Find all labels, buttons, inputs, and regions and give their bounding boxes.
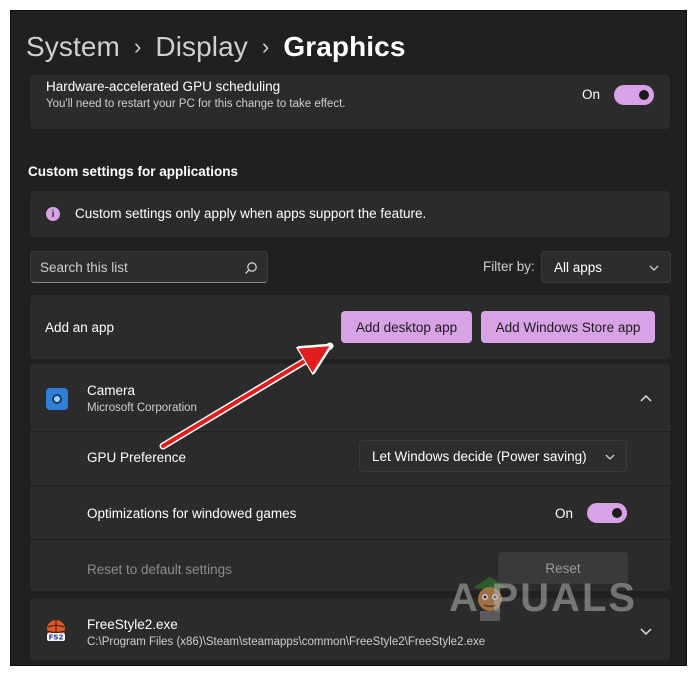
camera-lens (52, 394, 62, 404)
add-app-card: Add an app Add desktop app Add Windows S… (30, 295, 670, 359)
toggle-knob (612, 508, 622, 518)
app-path: C:\Program Files (x86)\Steam\steamapps\c… (87, 636, 486, 648)
page-title: Graphics (283, 31, 406, 62)
chevron-up-icon[interactable] (639, 394, 653, 404)
add-desktop-app-button[interactable]: Add desktop app (341, 311, 472, 343)
gpu-preference-label: GPU Preference (87, 450, 187, 465)
breadcrumb-system[interactable]: System (26, 31, 120, 63)
app-name: Camera (87, 383, 136, 398)
breadcrumb-separator: › (133, 34, 142, 59)
windowed-games-row: Optimizations for windowed games On (30, 486, 670, 540)
gpu-preference-value: Let Windows decide (Power saving) (372, 449, 587, 464)
app-card-freestyle2[interactable]: FS2 FreeStyle2.exe C:\Program Files (x86… (30, 598, 670, 660)
add-app-label: Add an app (45, 320, 115, 335)
gpu-preference-dropdown[interactable]: Let Windows decide (Power saving) (359, 440, 627, 472)
app-header-camera[interactable]: Camera Microsoft Corporation (30, 364, 670, 432)
toggle-knob (639, 90, 649, 100)
chevron-down-icon (649, 265, 659, 271)
filter-dropdown[interactable]: All apps (541, 251, 671, 283)
info-text: Custom settings only apply when apps sup… (75, 206, 427, 221)
reset-button: Reset (498, 552, 628, 584)
svg-text:FS2: FS2 (49, 634, 64, 642)
settings-window: System › Display › Graphics Hardware-acc… (10, 10, 687, 666)
windowed-games-toggle-label: On (555, 506, 574, 521)
app-publisher: Microsoft Corporation (87, 402, 197, 414)
gpu-scheduling-description: You'll need to restart your PC for this … (46, 98, 346, 110)
gpu-scheduling-toggle[interactable] (614, 85, 654, 105)
gpu-scheduling-toggle-label: On (582, 87, 601, 102)
camera-icon (46, 388, 68, 410)
freestyle2-icon: FS2 (46, 620, 66, 642)
gpu-scheduling-card: Hardware-accelerated GPU scheduling You'… (30, 75, 670, 129)
windowed-games-label: Optimizations for windowed games (87, 506, 297, 521)
chevron-down-icon[interactable] (639, 626, 653, 636)
search-placeholder: Search this list (40, 260, 128, 275)
reset-row: Reset to default settings Reset (30, 540, 670, 594)
gpu-scheduling-title: Hardware-accelerated GPU scheduling (46, 79, 281, 94)
info-banner: i Custom settings only apply when apps s… (30, 191, 670, 237)
section-title: Custom settings for applications (28, 164, 239, 179)
search-input[interactable]: Search this list (30, 251, 268, 283)
app-name: FreeStyle2.exe (87, 617, 178, 632)
filter-label: Filter by: (483, 259, 535, 274)
filter-selected: All apps (554, 260, 603, 275)
app-card-camera: Camera Microsoft Corporation GPU Prefere… (30, 364, 670, 591)
add-store-app-button[interactable]: Add Windows Store app (481, 311, 655, 343)
breadcrumb-display[interactable]: Display (155, 31, 248, 63)
reset-label: Reset to default settings (87, 562, 232, 577)
windowed-games-toggle[interactable] (587, 503, 627, 523)
gpu-preference-row: GPU Preference Let Windows decide (Power… (30, 432, 670, 486)
search-icon (245, 262, 257, 274)
chevron-down-icon (605, 454, 615, 460)
info-icon: i (46, 207, 60, 221)
breadcrumb-separator: › (261, 34, 270, 59)
breadcrumb: System › Display › Graphics (26, 27, 406, 67)
